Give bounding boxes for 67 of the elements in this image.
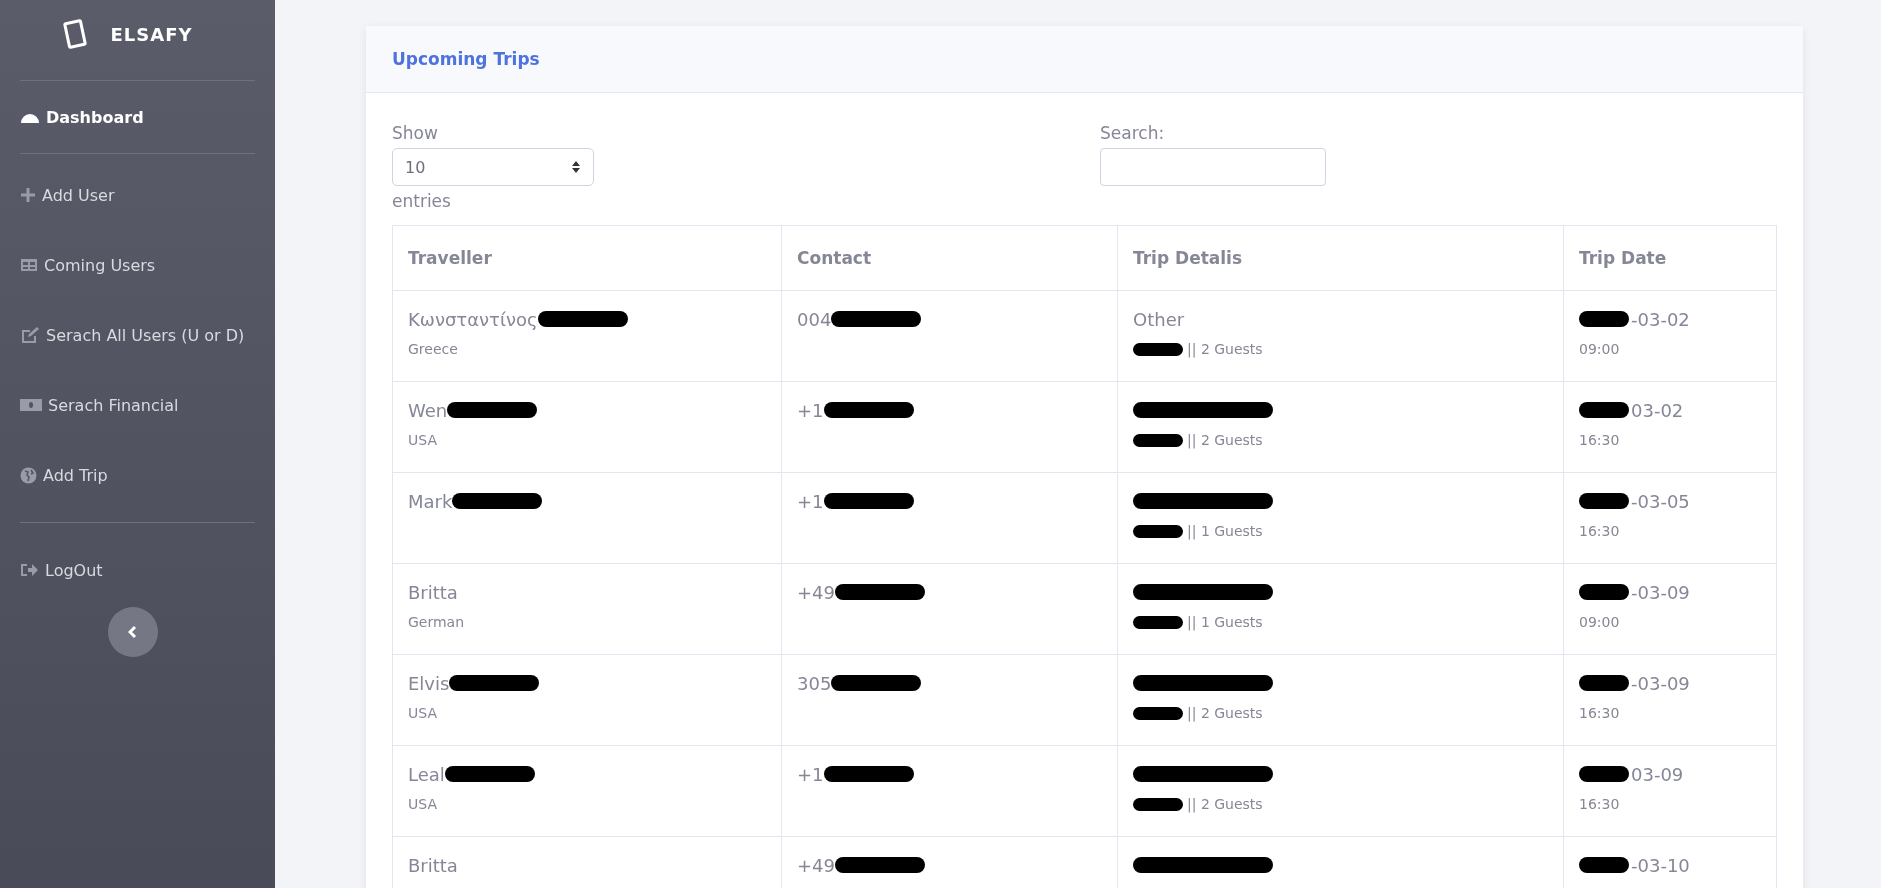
nav-link[interactable]: Serach All Users (U or D) bbox=[0, 300, 275, 370]
country-text: German bbox=[408, 614, 465, 630]
nav-link[interactable]: Coming Users bbox=[0, 230, 275, 300]
banknote-icon bbox=[20, 398, 42, 412]
nav-link[interactable]: Add Trip bbox=[0, 440, 275, 510]
chevron-left-icon bbox=[127, 625, 138, 639]
sort-caret-icon bbox=[571, 160, 581, 174]
country-text: Greece bbox=[408, 341, 458, 357]
table-cell: Leal bbox=[408, 763, 445, 785]
time-text: 09:00 bbox=[1579, 614, 1620, 630]
collapse-button[interactable] bbox=[107, 607, 158, 657]
plus-icon bbox=[20, 187, 36, 203]
nav-link[interactable]: LogOut bbox=[0, 535, 275, 605]
search-field[interactable] bbox=[1100, 148, 1326, 186]
country-text: USA bbox=[408, 432, 437, 448]
nav-link[interactable]: Dashboard bbox=[0, 93, 275, 141]
table-cell: -03-10 bbox=[1631, 854, 1690, 876]
logo-icon bbox=[62, 19, 89, 49]
time-text: 16:30 bbox=[1579, 432, 1620, 448]
table-cell: Wen bbox=[408, 399, 448, 421]
table-cell: -03-05 bbox=[1631, 490, 1690, 512]
guests-text: || 2 Guests bbox=[1187, 705, 1263, 721]
table-cell: 004 bbox=[797, 308, 832, 330]
search-label: Search: bbox=[1100, 123, 1166, 143]
globe-icon bbox=[20, 466, 37, 484]
column-header: Contact bbox=[781, 225, 1118, 291]
table-cell: +1 bbox=[797, 490, 824, 512]
edit-icon bbox=[20, 326, 40, 344]
column-header: Trip Date bbox=[1563, 225, 1777, 291]
guests-text: || 1 Guests bbox=[1187, 614, 1263, 630]
table-cell: +1 bbox=[797, 399, 824, 421]
time-text: 16:30 bbox=[1579, 796, 1620, 812]
table-cell: Mark bbox=[408, 490, 453, 512]
guests-text: || 1 Guests bbox=[1187, 523, 1263, 539]
guests-text: || 2 Guests bbox=[1187, 341, 1263, 357]
table-cell: +49 bbox=[797, 854, 835, 876]
guests-text: || 2 Guests bbox=[1187, 432, 1263, 448]
table-icon bbox=[20, 257, 38, 273]
nav-link[interactable]: Add User bbox=[0, 160, 275, 230]
table-cell: +1 bbox=[797, 763, 824, 785]
entries-label: entries bbox=[392, 191, 451, 211]
time-text: 16:30 bbox=[1579, 523, 1620, 539]
table-cell: Britta bbox=[408, 581, 458, 603]
table-cell: 03-02 bbox=[1631, 399, 1684, 421]
table-cell: 03-09 bbox=[1631, 763, 1684, 785]
show-label: Show bbox=[392, 123, 438, 143]
guests-text: || 2 Guests bbox=[1187, 796, 1263, 812]
country-text: USA bbox=[408, 705, 437, 721]
brand-name: ELSAFY bbox=[110, 23, 193, 45]
column-header: Trip Detalis bbox=[1117, 225, 1564, 291]
table-cell: -03-09 bbox=[1631, 672, 1690, 694]
table-cell: Britta bbox=[408, 854, 458, 876]
logout-icon bbox=[20, 562, 39, 578]
table-cell: Other bbox=[1133, 308, 1185, 330]
table-cell: Elvis bbox=[408, 672, 450, 694]
table-cell: -03-09 bbox=[1631, 581, 1690, 603]
nav-link[interactable]: Serach Financial bbox=[0, 370, 275, 440]
table-cell: -03-02 bbox=[1631, 308, 1690, 330]
entries-select[interactable]: 10 bbox=[392, 148, 594, 186]
table-cell: +49 bbox=[797, 581, 835, 603]
table-cell: 305 bbox=[797, 672, 832, 694]
card-title: Upcoming Trips bbox=[392, 49, 540, 69]
time-text: 16:30 bbox=[1579, 705, 1620, 721]
table-cell: Κωνσταντίνος bbox=[408, 308, 538, 330]
time-text: 09:00 bbox=[1579, 341, 1620, 357]
country-text: USA bbox=[408, 796, 437, 812]
column-header: Traveller bbox=[392, 225, 782, 291]
